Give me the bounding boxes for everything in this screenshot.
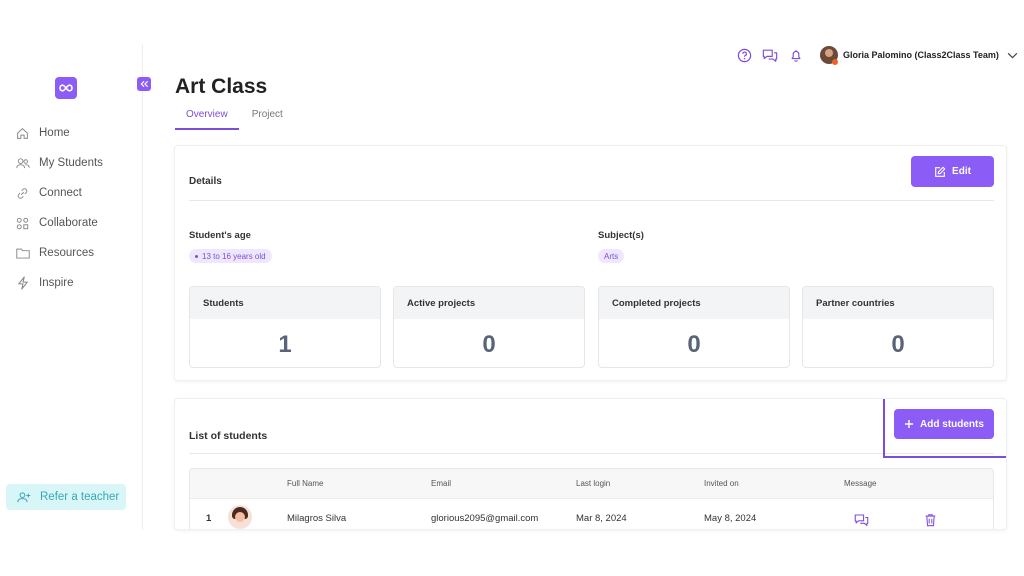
stat-label: Partner countries bbox=[803, 287, 993, 319]
infinity-icon bbox=[59, 84, 73, 92]
lightning-icon bbox=[14, 275, 31, 292]
sidebar-item-label: Inspire bbox=[39, 277, 74, 289]
student-email: glorious2095@gmail.com bbox=[431, 513, 539, 524]
home-icon bbox=[14, 125, 31, 142]
edit-icon bbox=[935, 166, 946, 177]
sidebar-item-label: Home bbox=[39, 127, 70, 139]
students-card: List of students Add students Full Name … bbox=[174, 398, 1007, 530]
age-badge: 13 to 16 years old bbox=[189, 249, 272, 263]
sidebar-item-label: My Students bbox=[39, 157, 103, 169]
stat-label: Active projects bbox=[394, 287, 584, 319]
add-user-icon bbox=[16, 489, 32, 505]
message-icon[interactable] bbox=[853, 512, 869, 528]
column-header-full-name[interactable]: Full Name bbox=[287, 479, 323, 488]
details-card: Details Edit Student's age 13 to 16 year… bbox=[174, 145, 1007, 381]
sidebar-item-connect[interactable]: Connect bbox=[14, 178, 103, 208]
sidebar-item-collaborate[interactable]: Collaborate bbox=[14, 208, 103, 238]
sidebar-item-label: Connect bbox=[39, 187, 82, 199]
users-icon bbox=[14, 155, 31, 172]
stat-label: Completed projects bbox=[599, 287, 789, 319]
subject-badge-text: Arts bbox=[604, 251, 619, 261]
age-badge-text: 13 to 16 years old bbox=[202, 251, 266, 261]
column-header-last-login[interactable]: Last login bbox=[576, 479, 610, 488]
sidebar-item-home[interactable]: Home bbox=[14, 118, 103, 148]
avatar bbox=[228, 505, 252, 529]
sidebar-item-inspire[interactable]: Inspire bbox=[14, 268, 103, 298]
invited-on: May 8, 2024 bbox=[704, 513, 757, 524]
stat-label: Students bbox=[190, 287, 380, 319]
user-name: Gloria Palomino (Class2Class Team) bbox=[843, 50, 999, 60]
user-menu[interactable]: Gloria Palomino (Class2Class Team) bbox=[820, 46, 1019, 64]
folder-icon bbox=[14, 245, 31, 262]
collapse-sidebar-button[interactable] bbox=[137, 77, 151, 91]
last-login: Mar 8, 2024 bbox=[576, 513, 627, 524]
add-students-button[interactable]: Add students bbox=[894, 409, 994, 439]
subject-badge: Arts bbox=[598, 249, 625, 263]
stat-value: 0 bbox=[687, 331, 701, 358]
grid-icon bbox=[14, 215, 31, 232]
sidebar: Home My Students Connect Collaborate Res… bbox=[0, 44, 143, 530]
details-title: Details bbox=[189, 176, 222, 187]
tab-bar: Overview Project bbox=[175, 106, 294, 130]
edit-label: Edit bbox=[952, 166, 971, 177]
table-header: Full Name Email Last login Invited on Me… bbox=[190, 469, 993, 499]
stat-card-completed-projects: Completed projects 0 bbox=[598, 286, 790, 368]
page-title: Art Class bbox=[175, 75, 268, 98]
add-students-label: Add students bbox=[920, 418, 984, 430]
column-header-message: Message bbox=[844, 479, 877, 488]
list-title: List of students bbox=[189, 430, 268, 442]
bullet-dot bbox=[195, 254, 198, 258]
chat-icon[interactable] bbox=[762, 47, 778, 63]
column-header-invited-on[interactable]: Invited on bbox=[704, 479, 739, 488]
trash-icon[interactable] bbox=[922, 512, 938, 528]
sidebar-item-label: Resources bbox=[39, 247, 94, 259]
sidebar-item-my-students[interactable]: My Students bbox=[14, 148, 103, 178]
logo[interactable] bbox=[55, 77, 77, 99]
app-window: Home My Students Connect Collaborate Res… bbox=[0, 44, 1024, 530]
divider bbox=[189, 453, 994, 454]
students-table: Full Name Email Last login Invited on Me… bbox=[189, 468, 994, 529]
row-number: 1 bbox=[206, 513, 212, 524]
header-actions bbox=[736, 47, 804, 63]
double-chevron-left-icon bbox=[140, 80, 148, 88]
tab-overview[interactable]: Overview bbox=[175, 106, 239, 130]
refer-teacher-button[interactable]: Refer a teacher bbox=[6, 484, 126, 510]
plus-icon bbox=[905, 420, 914, 428]
stat-card-active-projects: Active projects 0 bbox=[393, 286, 585, 368]
students-age-label: Student's age bbox=[189, 230, 251, 241]
stat-card-students: Students 1 bbox=[189, 286, 381, 368]
column-header-email[interactable]: Email bbox=[431, 479, 451, 488]
chevron-down-icon bbox=[1007, 49, 1019, 61]
sidebar-item-resources[interactable]: Resources bbox=[14, 238, 103, 268]
sidebar-nav: Home My Students Connect Collaborate Res… bbox=[14, 118, 103, 298]
bell-icon[interactable] bbox=[788, 47, 804, 63]
tab-project[interactable]: Project bbox=[241, 106, 294, 130]
sidebar-item-label: Collaborate bbox=[39, 217, 98, 229]
table-row[interactable]: 1 Milagros Silva glorious2095@gmail.com … bbox=[190, 499, 993, 529]
stat-value: 1 bbox=[278, 331, 292, 358]
student-name: Milagros Silva bbox=[287, 513, 347, 524]
stat-value: 0 bbox=[482, 331, 496, 358]
subjects-label: Subject(s) bbox=[598, 230, 644, 241]
divider bbox=[189, 200, 994, 201]
help-icon[interactable] bbox=[736, 47, 752, 63]
refer-teacher-label: Refer a teacher bbox=[40, 491, 120, 503]
stat-value: 0 bbox=[891, 331, 905, 358]
stat-card-partner-countries: Partner countries 0 bbox=[802, 286, 994, 368]
edit-button[interactable]: Edit bbox=[911, 156, 994, 187]
link-icon bbox=[14, 185, 31, 202]
status-dot bbox=[832, 59, 838, 65]
